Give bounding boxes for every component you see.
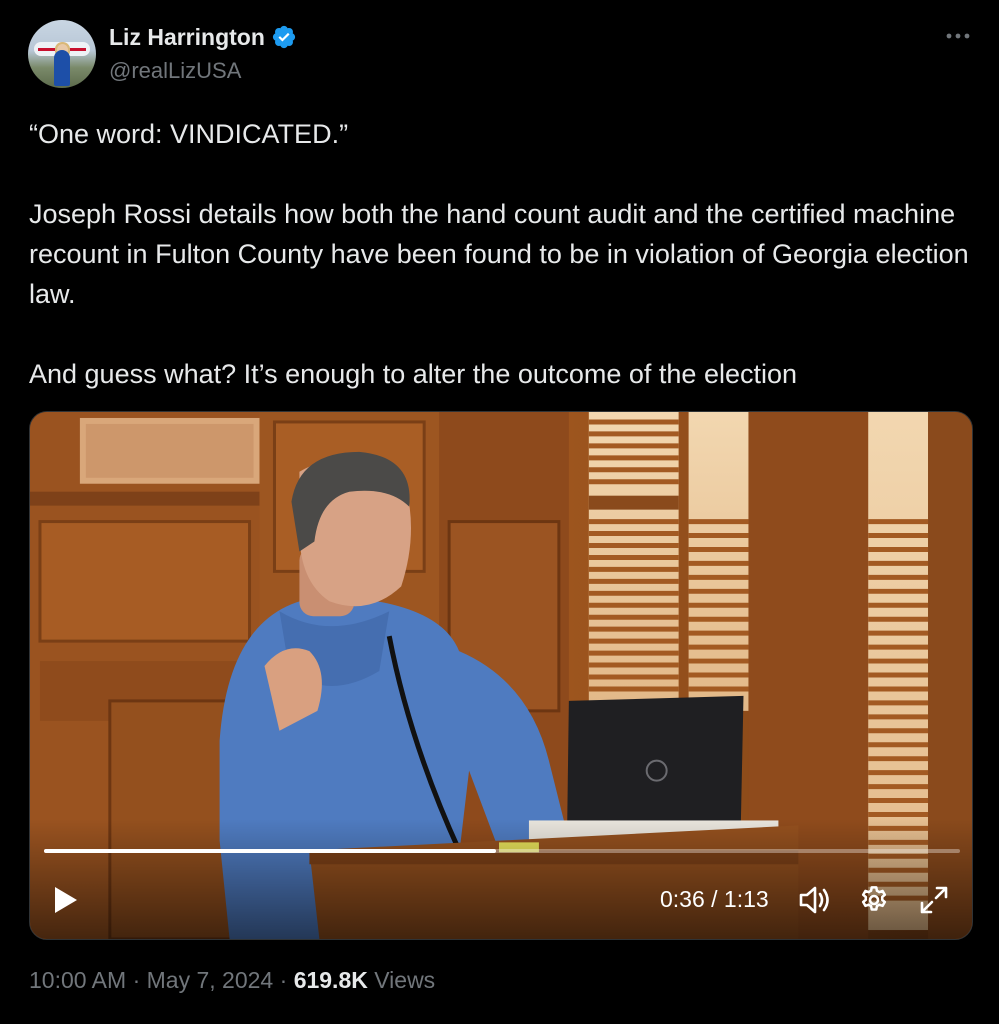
views-label: Views <box>374 967 436 993</box>
video-time-display: 0:36 / 1:13 <box>660 886 769 912</box>
video-progress-fill <box>44 849 496 853</box>
author-avatar[interactable] <box>28 20 96 88</box>
tweet-date[interactable]: May 7, 2024 <box>147 967 274 993</box>
play-icon[interactable] <box>50 884 82 916</box>
separator: · <box>132 967 141 993</box>
tweet-paragraph: Joseph Rossi details how both the hand c… <box>29 199 969 309</box>
video-player[interactable]: 0:36 / 1:13 <box>29 411 973 940</box>
author-name-row: Liz Harrington <box>109 22 297 52</box>
volume-icon[interactable] <box>798 884 832 916</box>
separator: · <box>279 967 288 993</box>
more-horizontal-icon[interactable] <box>944 24 972 48</box>
author-display-name[interactable]: Liz Harrington <box>109 24 265 51</box>
controls-overlay <box>30 819 972 939</box>
video-progress-bar[interactable] <box>44 849 960 853</box>
tweet-metadata: 10:00 AM · May 7, 2024 · 619.8K Views <box>29 967 435 994</box>
views-count: 619.8K <box>293 967 368 993</box>
author-handle[interactable]: @realLizUSA <box>109 58 241 84</box>
tweet-paragraph: “One word: VINDICATED.” <box>29 119 349 149</box>
tweet-paragraph: And guess what? It’s enough to alter the… <box>29 359 798 389</box>
tweet-text: “One word: VINDICATED.” Joseph Rossi det… <box>29 114 974 394</box>
tweet-card: Liz Harrington @realLizUSA “One word: VI… <box>0 0 999 1024</box>
gear-icon[interactable] <box>858 884 890 916</box>
tweet-time[interactable]: 10:00 AM <box>29 967 126 993</box>
fullscreen-icon[interactable] <box>918 884 950 916</box>
verified-badge-icon <box>271 24 297 50</box>
